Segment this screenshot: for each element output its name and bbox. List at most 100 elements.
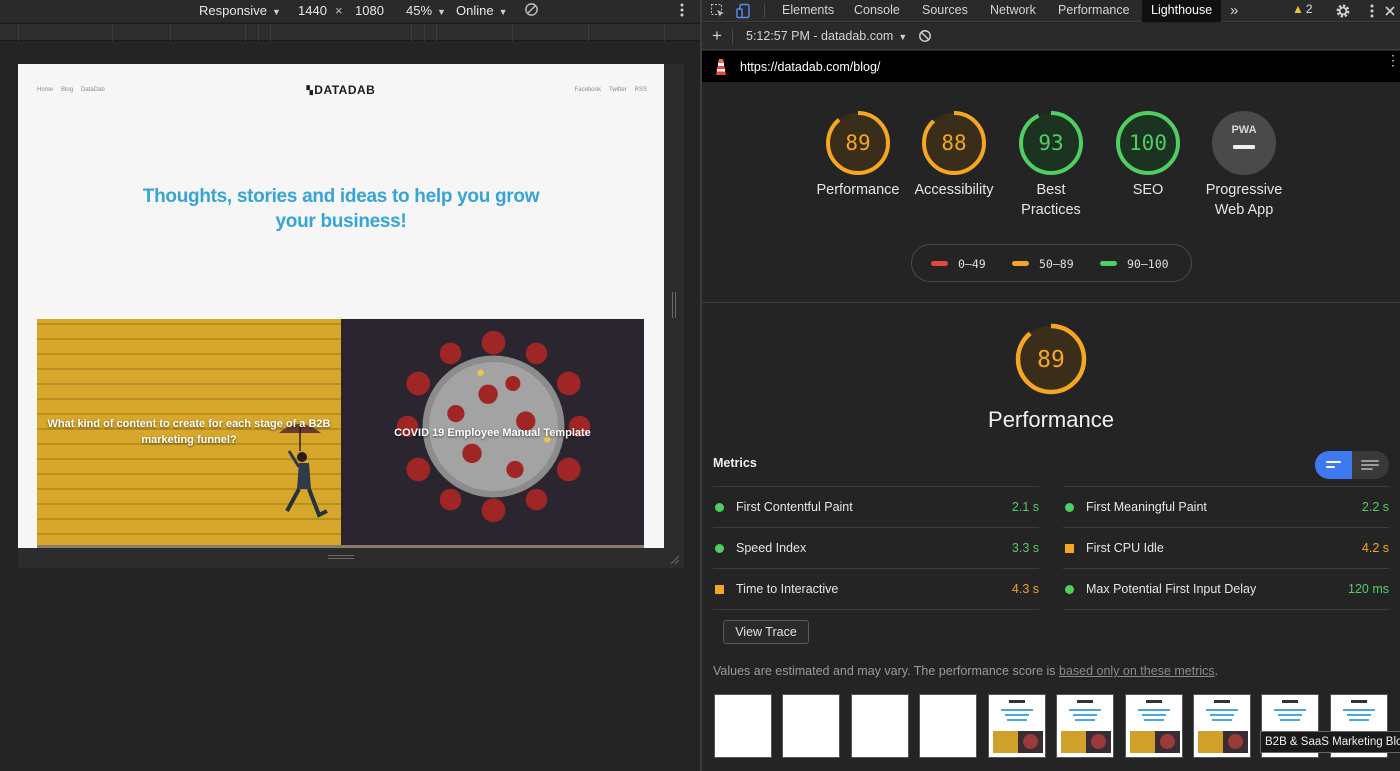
- metric-first-cpu-idle: First CPU Idle 4.2 s: [1063, 527, 1389, 568]
- tooltip: B2B & SaaS Marketing Blog: [1260, 731, 1400, 753]
- device-toolbar: Responsive ▼ 1440 × 1080 45% ▼ Online ▼: [0, 0, 700, 22]
- report-selector[interactable]: 5:12:57 PM - datadab.com ▼: [746, 29, 907, 43]
- warnings-badge[interactable]: ▲ 2: [1292, 2, 1313, 16]
- performance-category-title: Performance: [988, 407, 1114, 432]
- lighthouse-url-bar: https://datadab.com/blog/ ⋮: [702, 51, 1400, 82]
- score-ring: 89: [826, 111, 890, 175]
- tab-network[interactable]: Network: [990, 0, 1036, 22]
- filmstrip-frame: [919, 694, 977, 758]
- legend-average: 50–89: [1012, 257, 1074, 271]
- status-average-icon: [1065, 544, 1074, 553]
- devtools-menu-icon[interactable]: [1364, 3, 1380, 19]
- inspect-element-icon[interactable]: [710, 3, 726, 19]
- metric-time-to-interactive: Time to Interactive 4.3 s: [713, 568, 1039, 609]
- blog-headline: Thoughts, stories and ideas to help you …: [142, 186, 540, 232]
- status-pass-icon: [715, 544, 724, 553]
- tab-console[interactable]: Console: [854, 0, 900, 22]
- device-height-input[interactable]: 1080: [355, 3, 384, 18]
- metric-value: 3.3 s: [1011, 541, 1039, 555]
- new-report-plus-icon[interactable]: +: [712, 26, 722, 46]
- chevron-down-icon: ▼: [898, 32, 908, 42]
- metric-value: 2.1 s: [1011, 500, 1039, 514]
- pwa-badge-icon: PWA: [1212, 111, 1276, 175]
- lighthouse-logo-icon: [716, 59, 726, 75]
- post-card-title[interactable]: COVID 19 Employee Manual Template: [351, 425, 634, 441]
- zoom-select[interactable]: 45% ▼: [406, 3, 446, 18]
- filmstrip-frame: [714, 694, 772, 758]
- clear-reports-icon[interactable]: [918, 29, 932, 43]
- tab-elements[interactable]: Elements: [782, 0, 834, 22]
- filmstrip-frame: [782, 694, 840, 758]
- metric-first-contentful-paint: First Contentful Paint 2.1 s: [713, 486, 1039, 527]
- chevron-down-icon: ▼: [437, 7, 446, 17]
- section-divider: [702, 302, 1400, 303]
- device-toggle-icon[interactable]: [736, 3, 752, 19]
- metric-value: 120 ms: [1348, 582, 1389, 596]
- view-trace-button[interactable]: View Trace: [723, 620, 809, 644]
- tab-lighthouse[interactable]: Lighthouse: [1142, 0, 1222, 22]
- compact-view-button[interactable]: [1315, 451, 1352, 479]
- close-devtools-icon[interactable]: [1382, 3, 1398, 19]
- gauge-pwa[interactable]: PWA Progressive Web App: [1189, 110, 1299, 220]
- tab-sources[interactable]: Sources: [922, 0, 968, 22]
- metric-name: First CPU Idle: [1086, 541, 1164, 555]
- emulated-nav-right: Facebook Twitter RSS: [575, 87, 647, 93]
- status-pass-icon: [1065, 585, 1074, 594]
- status-pass-icon: [1065, 503, 1074, 512]
- score-value: 89: [1037, 347, 1065, 373]
- score-value: 88: [941, 131, 966, 155]
- post-card-title[interactable]: What kind of content to create for each …: [47, 416, 331, 448]
- score-scale-legend: 0–49 50–89 90–100: [911, 244, 1192, 282]
- chevron-down-icon: ▼: [498, 7, 508, 17]
- gauge-accessibility[interactable]: 88 Accessibility: [899, 110, 1009, 200]
- warning-icon: ▲: [1292, 2, 1304, 16]
- filmstrip-frame: [1056, 694, 1114, 758]
- score-value: 93: [1038, 131, 1063, 155]
- metrics-heading: Metrics: [713, 456, 757, 470]
- metric-value: 4.3 s: [1011, 582, 1039, 596]
- metric-value: 2.2 s: [1361, 500, 1389, 514]
- score-value: 100: [1129, 131, 1167, 155]
- emulated-page-viewport[interactable]: Home Blog DataDab ▚DATADAB Facebook Twitter…: [18, 64, 664, 548]
- gauge-label: Accessibility: [914, 182, 994, 198]
- gauge-best-practices[interactable]: 93 Best Practices: [996, 110, 1106, 220]
- viewport-resize-handle-bottom[interactable]: [18, 548, 684, 568]
- nav-link-facebook[interactable]: Facebook: [575, 87, 601, 93]
- metric-name: Speed Index: [736, 541, 807, 555]
- expanded-view-button[interactable]: [1352, 451, 1389, 479]
- metrics-view-toggle[interactable]: [1315, 451, 1389, 479]
- filmstrip-frame: [851, 694, 909, 758]
- nav-link-rss[interactable]: RSS: [635, 87, 647, 93]
- site-logo[interactable]: ▚DATADAB: [18, 83, 664, 97]
- device-select[interactable]: Responsive ▼: [199, 3, 281, 18]
- chevron-down-icon: ▼: [271, 7, 281, 17]
- viewport-resize-handle-right[interactable]: [664, 64, 684, 548]
- post-card-b2b-funnel[interactable]: What kind of content to create for each …: [37, 319, 341, 548]
- metric-value: 4.2 s: [1361, 541, 1389, 555]
- more-tabs-icon[interactable]: »: [1230, 0, 1238, 22]
- device-emulation-pane: Responsive ▼ 1440 × 1080 45% ▼ Online ▼ Hom…: [0, 0, 700, 771]
- nav-link-twitter[interactable]: Twitter: [609, 87, 627, 93]
- media-query-ruler[interactable]: [0, 23, 700, 41]
- audited-url[interactable]: https://datadab.com/blog/: [740, 60, 880, 74]
- metrics-info-link[interactable]: based only on these metrics: [1059, 664, 1215, 678]
- status-pass-icon: [715, 503, 724, 512]
- gauge-performance[interactable]: 89 Performance: [803, 110, 913, 200]
- settings-gear-icon[interactable]: [1335, 3, 1351, 19]
- resize-corner-icon[interactable]: [668, 553, 680, 565]
- metric-name: Time to Interactive: [736, 582, 839, 596]
- post-card-covid-manual[interactable]: COVID 19 Employee Manual Template: [341, 319, 644, 548]
- filmstrip-frame: [988, 694, 1046, 758]
- metric-speed-index: Speed Index 3.3 s: [713, 527, 1039, 568]
- device-width-input[interactable]: 1440: [298, 3, 327, 18]
- tab-performance[interactable]: Performance: [1058, 0, 1130, 22]
- more-options-icon[interactable]: [679, 2, 685, 21]
- throttling-select[interactable]: Online ▼: [456, 3, 508, 18]
- filmstrip-frame: [1193, 694, 1251, 758]
- score-ring: 93: [1019, 111, 1083, 175]
- metric-name: First Contentful Paint: [736, 500, 853, 514]
- datadab-logo-icon: ▚: [306, 86, 314, 95]
- rotate-disabled-icon[interactable]: [524, 2, 539, 20]
- report-menu-icon[interactable]: ⋮: [1386, 53, 1400, 67]
- gauge-seo[interactable]: 100 SEO: [1093, 110, 1203, 200]
